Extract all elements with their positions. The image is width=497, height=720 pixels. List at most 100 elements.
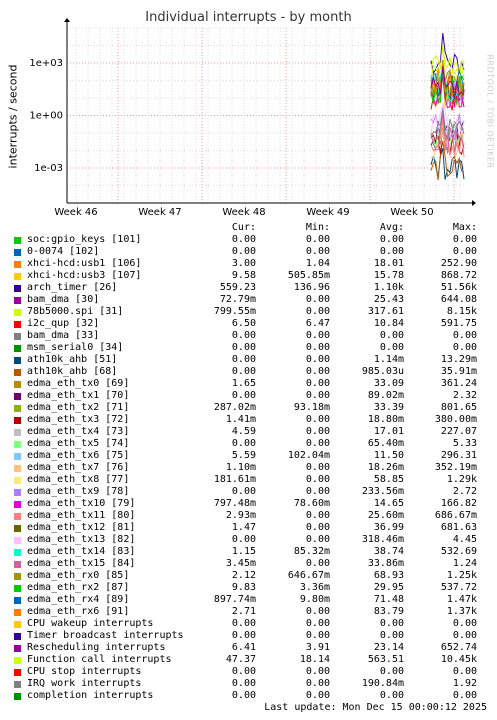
- legend-cur: 1.10m: [225, 462, 256, 473]
- legend-swatch: [14, 357, 21, 364]
- legend-cur: 0.00: [231, 234, 256, 245]
- legend-max: 361.24: [440, 378, 477, 389]
- legend-min: 0.00: [305, 354, 330, 365]
- legend-max: 252.90: [440, 258, 477, 269]
- legend-avg: 0.00: [379, 618, 404, 629]
- legend-min: 0.00: [305, 486, 330, 497]
- legend-cur: 0.00: [231, 438, 256, 449]
- legend-swatch: [14, 597, 21, 604]
- legend-row: edma_eth_tx5 [74] 0.00 0.00 65.40m 5.33: [14, 438, 484, 450]
- legend-cur: 6.41: [231, 642, 256, 653]
- legend-max: 166.82: [440, 498, 477, 509]
- legend-max: 591.75: [440, 318, 477, 329]
- legend-row: edma_eth_tx9 [78] 0.00 0.00 233.56m 2.72: [14, 486, 484, 498]
- legend-min: 1.04: [305, 258, 330, 269]
- legend-name: edma_eth_tx7 [76]: [27, 462, 130, 473]
- legend-max: 532.69: [440, 546, 477, 557]
- legend-name: edma_eth_rx0 [85]: [27, 570, 130, 581]
- legend-min: 0.00: [305, 330, 330, 341]
- legend-swatch: [14, 417, 21, 424]
- legend-cur: 1.65: [231, 378, 256, 389]
- legend-row: IRQ work interrupts 0.00 0.00 190.84m 1.92: [14, 678, 484, 690]
- legend-max: 352.19m: [434, 462, 477, 473]
- legend-avg: 36.99: [373, 522, 404, 533]
- legend-avg: 985.03u: [361, 366, 404, 377]
- legend-avg: 1.14m: [373, 354, 404, 365]
- legend-avg: 33.09: [373, 378, 404, 389]
- legend-name: xhci-hcd:usb3 [107]: [27, 270, 142, 281]
- legend-min: 0.00: [305, 378, 330, 389]
- legend-min: 0.00: [305, 438, 330, 449]
- legend-min: 0.00: [305, 630, 330, 641]
- legend-avg: 190.84m: [361, 678, 404, 689]
- legend-avg: 68.93: [373, 570, 404, 581]
- legend-avg: 0.00: [379, 234, 404, 245]
- x-tick-label: Week 50: [390, 207, 433, 218]
- legend-max: 0.00: [452, 234, 477, 245]
- legend-name: CPU stop interrupts: [27, 666, 142, 677]
- legend-row: edma_eth_tx3 [72] 1.41m 0.00 18.80m 380.00m: [14, 414, 484, 426]
- header-min: Min:: [305, 222, 330, 233]
- legend-min: 0.00: [305, 342, 330, 353]
- legend-avg: 0.00: [379, 246, 404, 257]
- x-tick-label: Week 46: [54, 207, 97, 218]
- legend-row: edma_eth_tx12 [81] 1.47 0.00 36.99 681.63: [14, 522, 484, 534]
- legend-name: edma_eth_tx14 [83]: [27, 546, 136, 557]
- legend-cur: 897.74m: [213, 594, 256, 605]
- legend-min: 78.60m: [293, 498, 330, 509]
- legend-avg: 33.39: [373, 402, 404, 413]
- legend-max: 0.00: [452, 246, 477, 257]
- legend-row: 0-0074 [102] 0.00 0.00 0.00 0.00: [14, 246, 484, 258]
- legend-name: edma_eth_tx3 [72]: [27, 414, 130, 425]
- legend-min: 0.00: [305, 306, 330, 317]
- legend-min: 0.00: [305, 666, 330, 677]
- legend-name: edma_eth_tx10 [79]: [27, 498, 136, 509]
- legend-min: 18.14: [299, 654, 330, 665]
- legend-row: edma_eth_tx11 [80] 2.93m 0.00 25.60m 686.67m: [14, 510, 484, 522]
- legend-row: edma_eth_tx6 [75] 5.59 102.04m 11.50 296.31: [14, 450, 484, 462]
- legend-cur: 1.41m: [225, 414, 256, 425]
- legend-name: edma_eth_tx13 [82]: [27, 534, 136, 545]
- y-tick-label: 1e-03: [34, 163, 63, 174]
- legend-name: bam_dma [30]: [27, 294, 100, 305]
- legend-row: arch_timer [26] 559.23 136.96 1.10k 51.56k: [14, 282, 484, 294]
- legend-min: 0.00: [305, 690, 330, 701]
- legend-swatch: [14, 393, 21, 400]
- legend-cur: 797.48m: [213, 498, 256, 509]
- legend-cur: 559.23: [219, 282, 256, 293]
- legend-max: 1.47k: [446, 594, 477, 605]
- legend-swatch: [14, 525, 21, 532]
- legend-cur: 4.59: [231, 426, 256, 437]
- legend-row: xhci-hcd:usb3 [107] 9.58 505.85m 15.78 868.7…: [14, 270, 484, 282]
- legend-name: IRQ work interrupts: [27, 678, 142, 689]
- legend-swatch: [14, 501, 21, 508]
- legend-cur: 9.58: [231, 270, 256, 281]
- legend-avg: 1.10k: [373, 282, 404, 293]
- legend-row: Rescheduling interrupts 6.41 3.91 23.14 652.…: [14, 642, 484, 654]
- legend-name: edma_eth_tx0 [69]: [27, 378, 130, 389]
- legend-avg: 318.46m: [361, 534, 404, 545]
- legend-avg: 65.40m: [367, 438, 404, 449]
- legend-name: edma_eth_tx2 [71]: [27, 402, 130, 413]
- legend-swatch: [14, 309, 21, 316]
- legend-avg: 18.26m: [367, 462, 404, 473]
- legend-avg: 83.79: [373, 606, 404, 617]
- legend-name: edma_eth_tx4 [73]: [27, 426, 130, 437]
- legend-row: ath10k_ahb [68] 0.00 0.00 985.03u 35.91m: [14, 366, 484, 378]
- legend-name: 78b5000.spi [31]: [27, 306, 124, 317]
- header-cur: Cur:: [231, 222, 256, 233]
- legend-min: 0.00: [305, 510, 330, 521]
- legend-cur: 5.59: [231, 450, 256, 461]
- legend-swatch: [14, 573, 21, 580]
- legend-avg: 29.95: [373, 582, 404, 593]
- legend-max: 13.29m: [440, 354, 477, 365]
- legend-swatch: [14, 381, 21, 388]
- legend-avg: 0.00: [379, 690, 404, 701]
- legend-header: Cur: Min: Avg: Max:: [14, 222, 484, 234]
- legend-min: 646.67m: [287, 570, 330, 581]
- legend-name: soc:gpio_keys [101]: [27, 234, 142, 245]
- legend-row: edma_eth_rx2 [87] 9.83 3.36m 29.95 537.72: [14, 582, 484, 594]
- legend-cur: 2.12: [231, 570, 256, 581]
- legend-cur: 0.00: [231, 678, 256, 689]
- legend-cur: 72.79m: [219, 294, 256, 305]
